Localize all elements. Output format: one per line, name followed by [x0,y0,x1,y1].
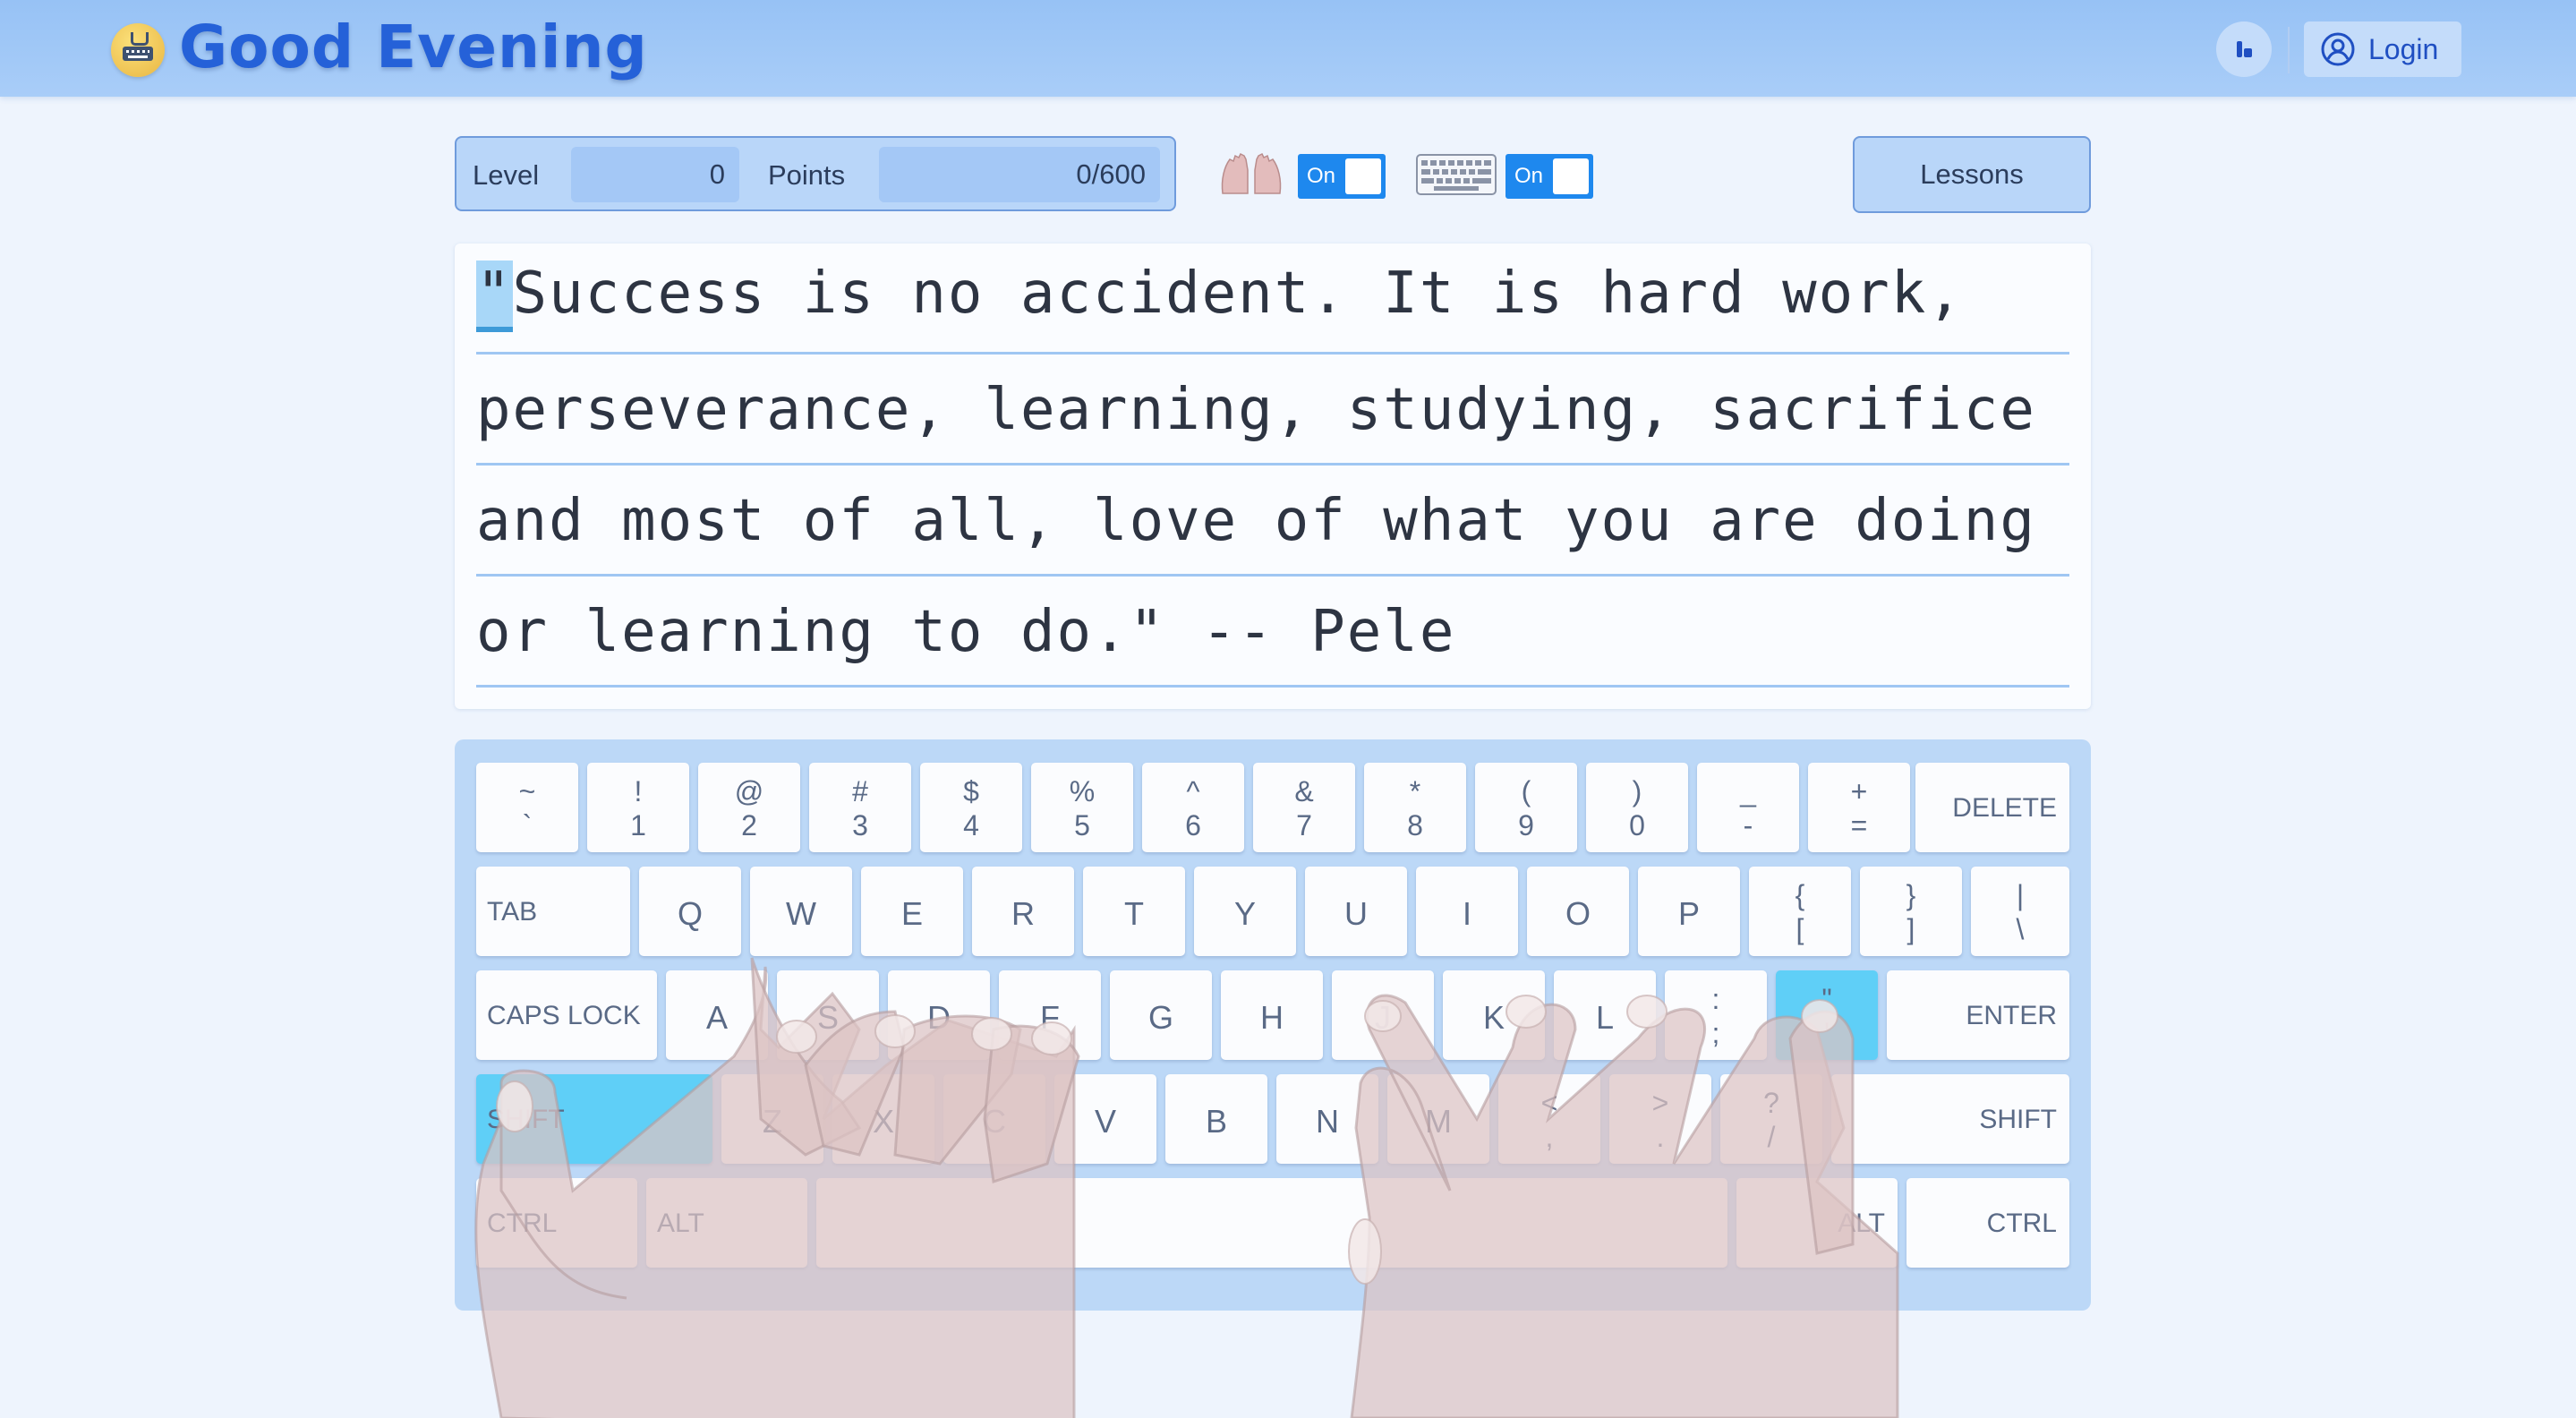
key-4[interactable]: $4 [920,763,1022,852]
key-slash[interactable]: ? / [1720,1074,1822,1164]
points-value: 0/600 [879,147,1160,202]
passage-line: and most of all, love of what you are do… [476,466,2069,577]
passage-line-text: perseverance, learning, studying, sacrif… [476,377,2036,443]
passage-line: or learning to do." -- Pele [476,577,2069,688]
keyboard-toggle-state: On [1514,164,1544,188]
login-label: Login [2368,32,2439,65]
key-equals[interactable]: + = [1808,763,1910,852]
key-semicolon[interactable]: :; [1665,970,1767,1060]
key-6[interactable]: ^ 6 [1142,763,1244,852]
hands-guide-icon [1221,152,1282,194]
key-enter[interactable]: ENTER [1887,970,2069,1060]
top-header: Good Evening Login [0,0,2576,97]
key-k[interactable]: K [1443,970,1545,1060]
key-s[interactable]: S [777,970,879,1060]
lessons-button[interactable]: Lessons [1853,136,2091,213]
key-right-shift[interactable]: SHIFT [1831,1074,2069,1164]
passage-line-text: and most of all, love of what you are do… [476,488,2036,554]
key-period[interactable]: >. [1609,1074,1711,1164]
passage-line: perseverance, learning, studying, sacrif… [476,354,2069,466]
toggle-knob [1553,158,1589,194]
level-label: Level [473,159,540,191]
key-a[interactable]: A [666,970,768,1060]
key-y[interactable]: Y [1194,867,1296,956]
key-space[interactable] [816,1178,1727,1268]
key-5[interactable]: % 5 [1031,763,1133,852]
key-backslash[interactable]: | \ [1971,867,2069,956]
key-7[interactable]: & 7 [1253,763,1355,852]
key-8[interactable]: * 8 [1364,763,1466,852]
key-minus[interactable]: _ - [1697,763,1799,852]
key-e[interactable]: E [861,867,963,956]
toggle-knob [1345,158,1381,194]
key-r[interactable]: R [972,867,1074,956]
key-u[interactable]: U [1305,867,1407,956]
key-l[interactable]: L [1554,970,1656,1060]
key-1[interactable]: ! 1 [587,763,689,852]
key-q[interactable]: Q [639,867,741,956]
current-char-cursor: " [476,261,513,332]
typing-app-button[interactable] [2216,21,2272,77]
hands-toggle[interactable]: On [1298,154,1386,199]
key-left-alt[interactable]: ALT [646,1178,807,1268]
key-right-ctrl[interactable]: CTRL [1906,1178,2069,1268]
app-logo-icon [2237,41,2252,57]
key-t[interactable]: T [1083,867,1185,956]
key-left-ctrl[interactable]: CTRL [476,1178,637,1268]
passage-line-text: Success is no accident. It is hard work, [512,261,1964,327]
user-icon [2321,32,2355,66]
key-comma[interactable]: <, [1498,1074,1600,1164]
key-2[interactable]: @2 [698,763,800,852]
key-d[interactable]: D [888,970,990,1060]
passage-line-text: or learning to do." -- Pele [476,599,1456,665]
key-backtick[interactable]: ~ ` [476,763,578,852]
stats-bar: Level 0 Points 0/600 [455,136,1176,211]
key-right-bracket[interactable]: }] [1860,867,1962,956]
key-j[interactable]: J [1332,970,1434,1060]
keyboard-toggle[interactable]: On [1506,154,1593,199]
key-o[interactable]: O [1527,867,1629,956]
hands-toggle-state: On [1307,164,1336,188]
key-p[interactable]: P [1638,867,1740,956]
key-b[interactable]: B [1165,1074,1267,1164]
key-delete[interactable]: DELETE [1915,763,2069,852]
key-x[interactable]: X [832,1074,934,1164]
key-tab[interactable]: TAB [476,867,630,956]
level-value: 0 [571,147,739,202]
virtual-keyboard: ~ ` ! 1 @2 #3 $4 % 5 ^ 6 & 7 * 8 (9 ) 0 _ - + = D… [455,739,2091,1311]
key-f[interactable]: F [999,970,1101,1060]
header-divider [2288,27,2290,73]
key-c[interactable]: C [943,1074,1045,1164]
key-left-shift[interactable]: SHIFT [476,1074,712,1164]
points-label: Points [768,159,846,191]
passage-line: "Success is no accident. It is hard work… [476,243,2069,354]
login-button[interactable]: Login [2304,21,2461,77]
typing-passage[interactable]: "Success is no accident. It is hard work… [455,243,2091,709]
key-quote[interactable]: " ' [1776,970,1878,1060]
key-g[interactable]: G [1110,970,1212,1060]
key-right-alt[interactable]: ALT [1736,1178,1898,1268]
keyboard-icon [1416,154,1497,195]
key-z[interactable]: Z [721,1074,823,1164]
key-h[interactable]: H [1221,970,1323,1060]
key-m[interactable]: M [1387,1074,1489,1164]
key-left-bracket[interactable]: {[ [1749,867,1851,956]
key-0[interactable]: ) 0 [1586,763,1688,852]
key-3[interactable]: #3 [809,763,911,852]
greeting-title: Good Evening [179,13,648,81]
key-i[interactable]: I [1416,867,1518,956]
key-9[interactable]: (9 [1475,763,1577,852]
key-caps-lock[interactable]: CAPS LOCK [476,970,657,1060]
key-n[interactable]: N [1276,1074,1378,1164]
logo-icon [111,23,165,77]
key-w[interactable]: W [750,867,852,956]
key-v[interactable]: V [1054,1074,1156,1164]
